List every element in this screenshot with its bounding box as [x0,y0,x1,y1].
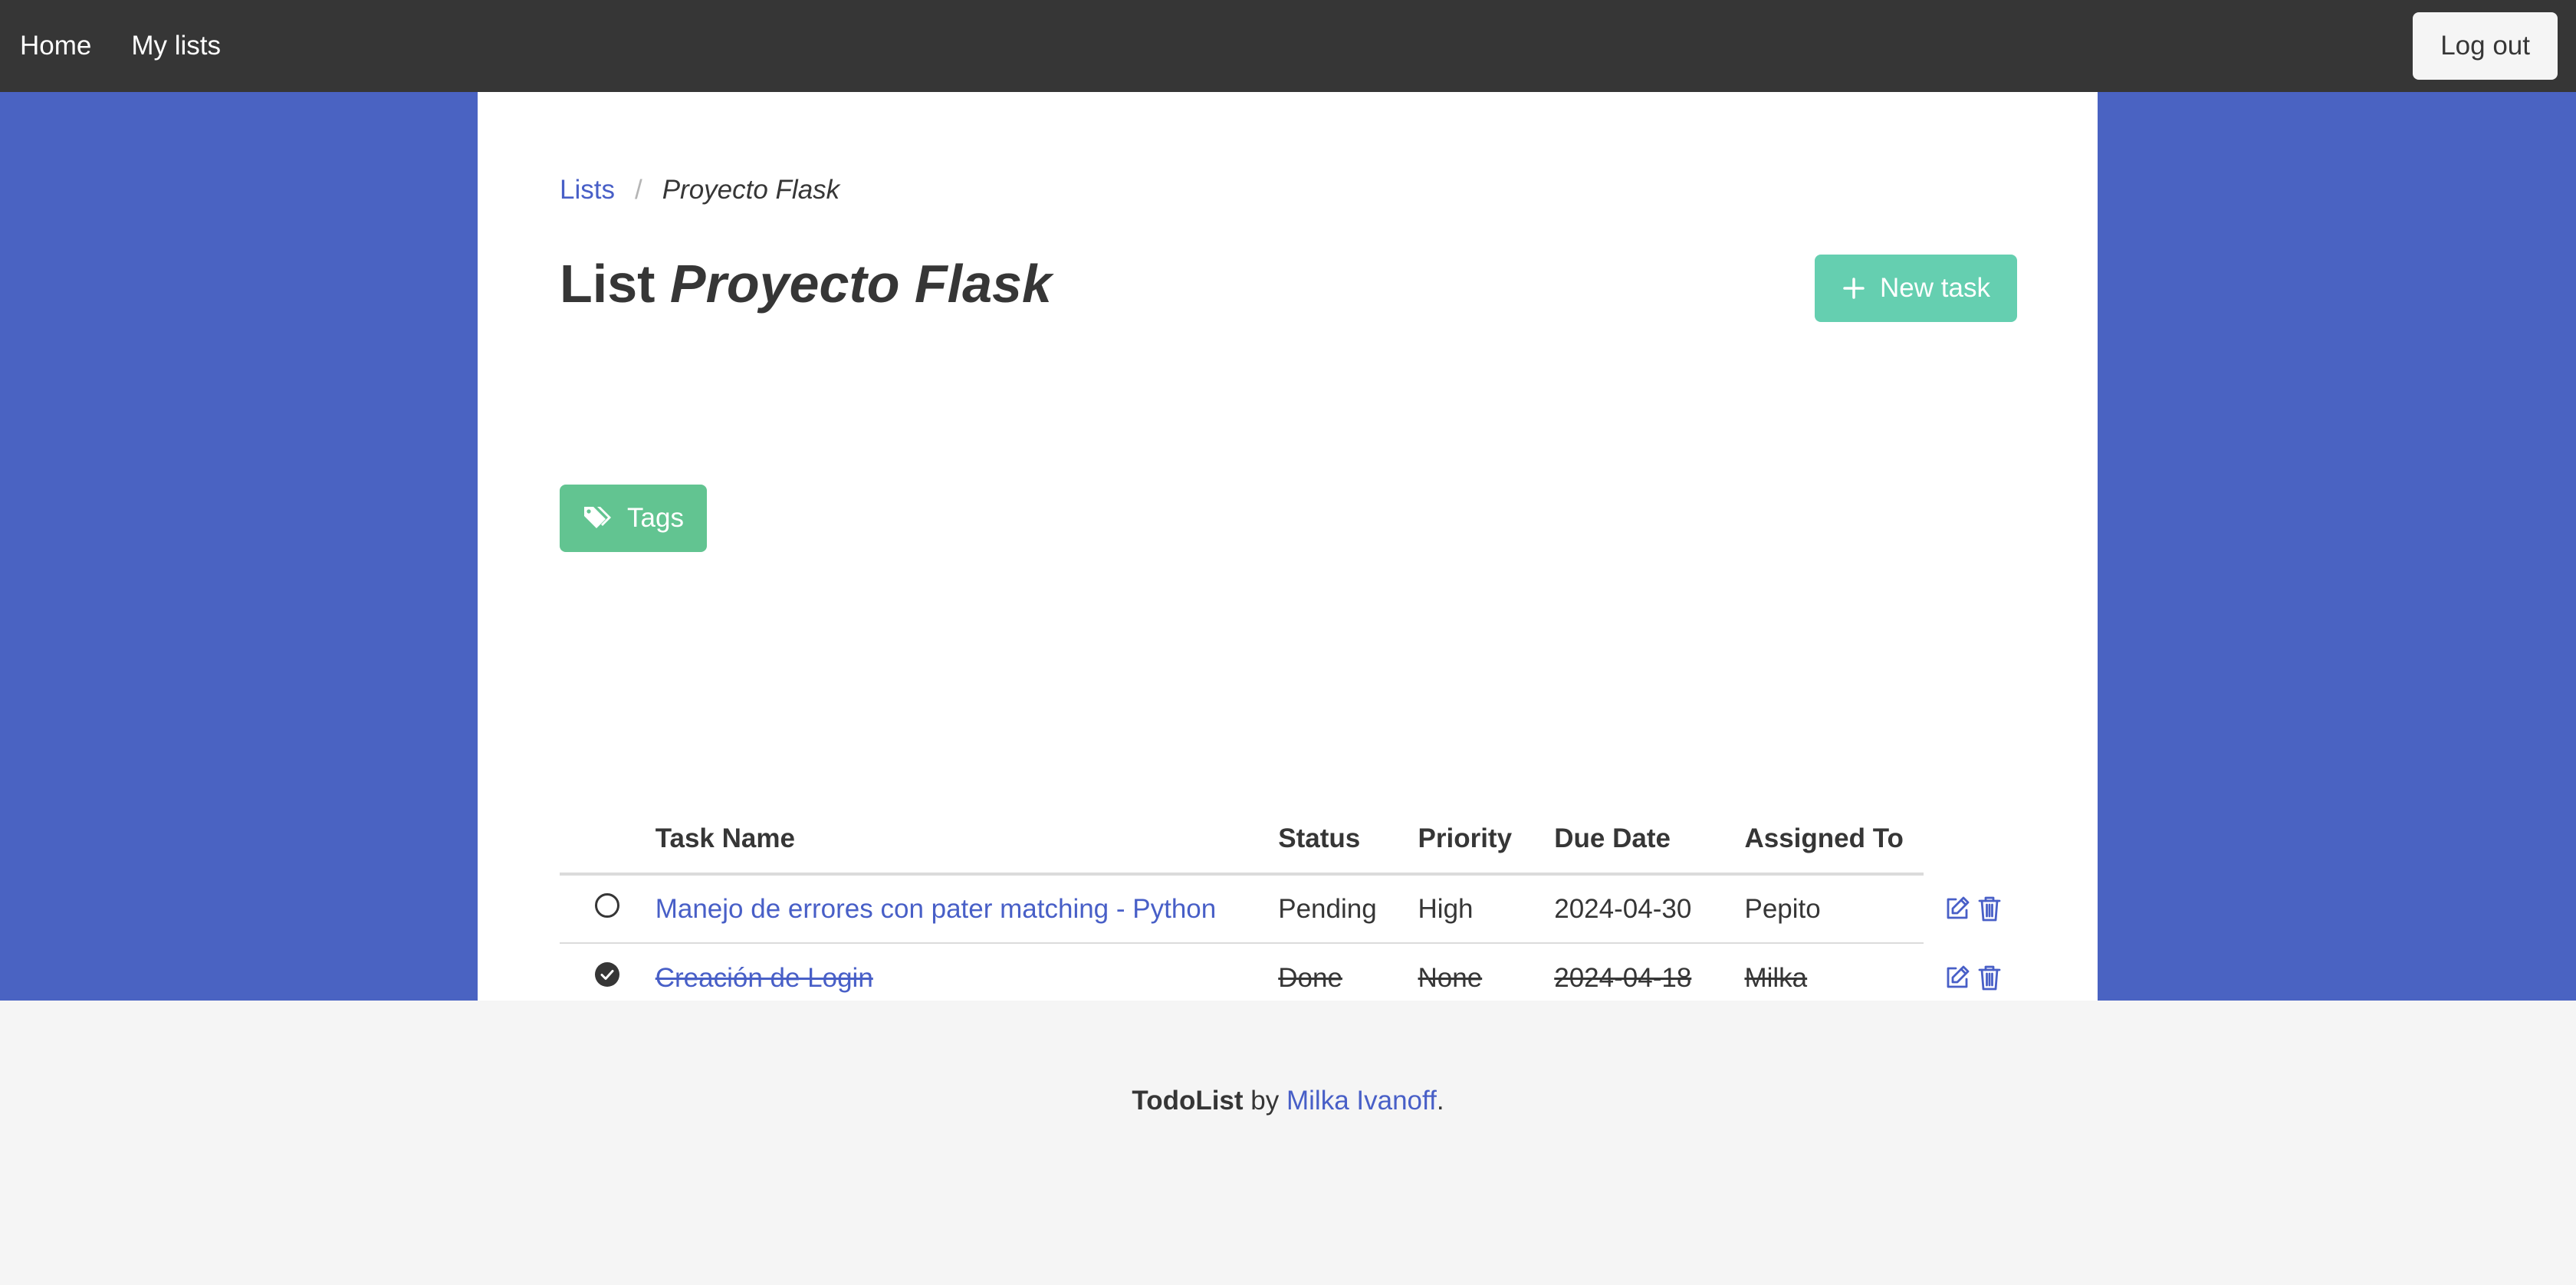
check-circle-icon[interactable] [594,961,620,988]
footer: TodoList by Milka Ivanoff. [0,1001,2576,1285]
breadcrumb: Lists / Proyecto Flask [560,175,840,205]
footer-period: . [1436,1086,1444,1116]
task-name-link[interactable]: Creación de Login [656,963,873,993]
page-title-list-name: Proyecto Flask [669,254,1052,314]
trash-icon[interactable] [1977,895,2002,922]
trash-icon[interactable] [1977,964,2002,991]
footer-text: TodoList by Milka Ivanoff. [0,1086,2576,1116]
navbar: Home My lists Log out [0,0,2576,92]
table-header-row: Task Name Status Priority Due Date Assig… [560,805,2017,876]
navbar-end: Log out [2413,12,2576,80]
breadcrumb-separator: / [634,175,642,205]
task-name-cell: Manejo de errores con pater matching - P… [635,874,1259,944]
task-name-link[interactable]: Manejo de errores con pater matching - P… [656,894,1217,924]
circle-icon[interactable] [594,892,620,919]
task-assigned-to: Pepito [1724,874,1924,944]
plus-icon [1842,276,1866,301]
header-check [560,805,636,876]
task-toggle-cell [560,874,636,944]
header-task-name: Task Name [635,805,1259,876]
table-row: Manejo de errores con pater matching - P… [560,874,2017,944]
tasks-table-wrapper: Task Name Status Priority Due Date Assig… [560,805,2017,1012]
footer-by: by [1250,1086,1280,1116]
tags-icon [583,504,613,532]
tags-label: Tags [627,503,684,533]
nav-home-link[interactable]: Home [0,0,111,92]
tasks-table: Task Name Status Priority Due Date Assig… [560,805,2017,1012]
breadcrumb-lists-link[interactable]: Lists [560,175,615,205]
edit-icon[interactable] [1944,964,1971,991]
breadcrumb-current: Proyecto Flask [662,175,840,205]
footer-author-link[interactable]: Milka Ivanoff [1286,1086,1437,1116]
header-assigned-to: Assigned To [1724,805,1924,876]
new-task-button[interactable]: New task [1815,255,2017,322]
page-title: List Proyecto Flask [560,253,1052,314]
footer-app-name: TodoList [1132,1086,1244,1116]
header-due-date: Due Date [1534,805,1725,876]
header-actions [1924,805,2017,874]
header-status: Status [1258,805,1398,876]
list-card: Lists / Proyecto Flask List Proyecto Fla… [478,92,2098,1001]
task-actions [1924,874,2017,943]
new-task-label: New task [1880,273,1990,303]
header-priority: Priority [1398,805,1535,876]
logout-button[interactable]: Log out [2413,12,2558,80]
tags-button[interactable]: Tags [560,485,707,552]
nav-my-lists-link[interactable]: My lists [111,0,241,92]
task-due-date: 2024-04-30 [1534,874,1725,944]
task-status: Pending [1258,874,1398,944]
task-priority: High [1398,874,1535,944]
edit-icon[interactable] [1944,895,1971,922]
page-title-prefix: List [560,254,656,314]
